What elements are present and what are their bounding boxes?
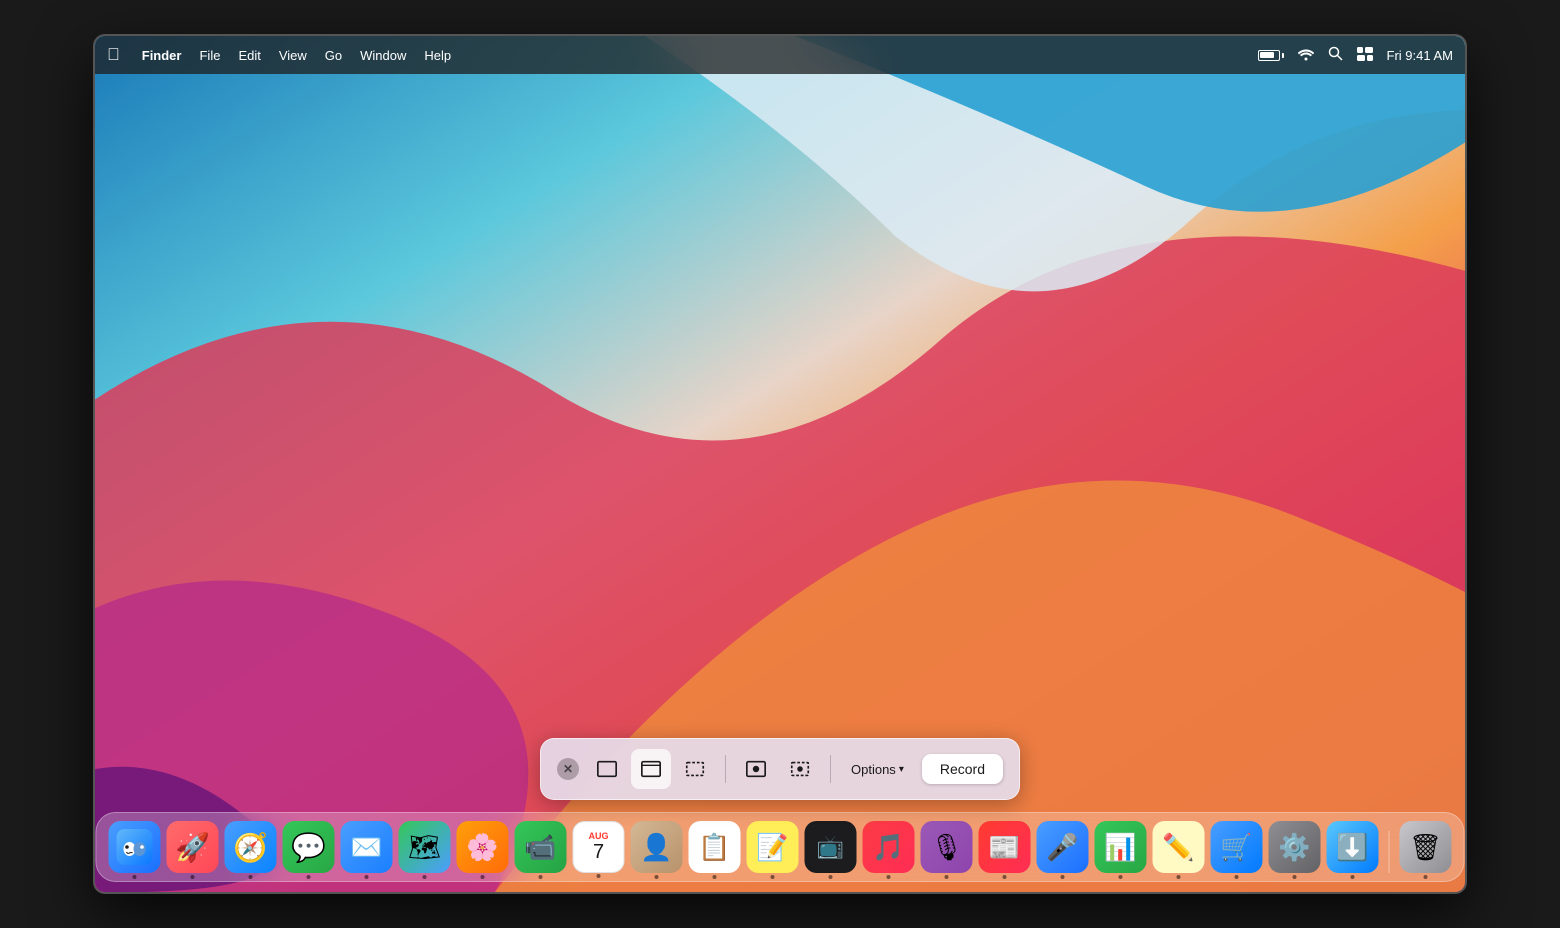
screenshot-full-icon	[596, 758, 618, 780]
dock-item-maps[interactable]: 🗺	[399, 821, 451, 873]
screenshot-window-icon	[640, 758, 662, 780]
toolbar-divider	[725, 755, 726, 783]
search-icon[interactable]	[1328, 46, 1343, 64]
menubar:  Finder File Edit View Go Window Help	[95, 36, 1465, 74]
dock-item-safari[interactable]: 🧭	[225, 821, 277, 873]
dock-item-podcasts[interactable]: 🎙	[921, 821, 973, 873]
dock-item-music[interactable]: 🎵	[863, 821, 915, 873]
options-button[interactable]: Options ▾	[841, 756, 914, 783]
dock-item-facetime[interactable]: 📹	[515, 821, 567, 873]
record-selection-icon	[789, 758, 811, 780]
menu-go[interactable]: Go	[325, 48, 342, 63]
dock-item-finder[interactable]	[109, 821, 161, 873]
menu-file[interactable]: File	[199, 48, 220, 63]
screenshot-selection-button[interactable]	[675, 749, 715, 789]
dock-item-messages[interactable]: 💬	[283, 821, 335, 873]
dock-item-reminders[interactable]: 📋	[689, 821, 741, 873]
screenshot-window-button[interactable]	[631, 749, 671, 789]
battery-tip	[1282, 53, 1284, 58]
dock-item-settings[interactable]: ⚙️	[1269, 821, 1321, 873]
menu-view[interactable]: View	[279, 48, 307, 63]
screenshot-toolbar: ✕	[540, 738, 1020, 800]
record-button[interactable]: Record	[922, 754, 1003, 784]
dock-item-mail[interactable]: ✉️	[341, 821, 393, 873]
mac-frame:  Finder File Edit View Go Window Help	[0, 0, 1560, 928]
screenshot-full-button[interactable]	[587, 749, 627, 789]
close-icon: ✕	[563, 762, 573, 776]
menu-edit[interactable]: Edit	[238, 48, 260, 63]
dock-item-freeform[interactable]: ✏️	[1153, 821, 1205, 873]
toolbar-divider-2	[830, 755, 831, 783]
dock-item-numbers[interactable]: 📊	[1095, 821, 1147, 873]
dock-item-downloads[interactable]: ⬇️	[1327, 821, 1379, 873]
battery-fill	[1260, 52, 1274, 58]
dock-item-appletv[interactable]: 📺	[805, 821, 857, 873]
screen:  Finder File Edit View Go Window Help	[95, 36, 1465, 892]
battery-icon	[1258, 50, 1284, 61]
wifi-icon[interactable]	[1298, 47, 1314, 64]
menu-finder[interactable]: Finder	[142, 48, 182, 63]
dock-item-calendar[interactable]: AUG 7	[573, 821, 625, 873]
dock-item-launchpad[interactable]: 🚀	[167, 821, 219, 873]
dock-item-news[interactable]: 📰	[979, 821, 1031, 873]
dock-item-notes[interactable]: 📝	[747, 821, 799, 873]
chevron-down-icon: ▾	[899, 764, 904, 775]
apple-menu[interactable]: 	[107, 45, 120, 65]
battery-body	[1258, 50, 1280, 61]
record-full-button[interactable]	[736, 749, 776, 789]
control-center-icon[interactable]	[1357, 47, 1373, 64]
dock-item-contacts[interactable]: 👤	[631, 821, 683, 873]
menubar-right: Fri 9:41 AM	[1258, 46, 1453, 64]
menubar-left:  Finder File Edit View Go Window Help	[107, 45, 451, 65]
menu-help[interactable]: Help	[424, 48, 451, 63]
finder-icon	[117, 829, 153, 865]
menu-window[interactable]: Window	[360, 48, 406, 63]
close-button[interactable]: ✕	[557, 758, 579, 780]
time-display[interactable]: Fri 9:41 AM	[1387, 48, 1453, 63]
screenshot-selection-icon	[684, 758, 706, 780]
dock-item-keynote[interactable]: 🎤	[1037, 821, 1089, 873]
dock-item-trash[interactable]: 🗑	[1400, 821, 1452, 873]
dock-item-photos[interactable]: 🌸	[457, 821, 509, 873]
options-label: Options	[851, 762, 896, 777]
dock-separator	[1389, 831, 1390, 873]
record-full-icon	[745, 758, 767, 780]
dock: 🚀 🧭 💬 ✉️ 🗺 🌸 📹 AUG	[96, 812, 1465, 882]
record-selection-button[interactable]	[780, 749, 820, 789]
dock-item-appstore[interactable]: 🛒	[1211, 821, 1263, 873]
